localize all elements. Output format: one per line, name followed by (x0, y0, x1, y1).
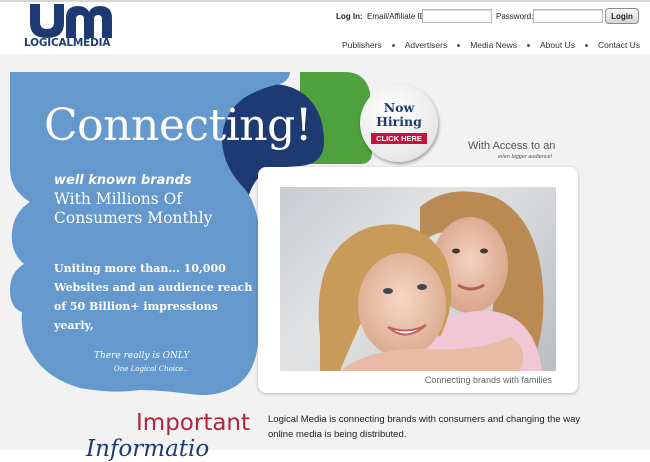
nav-contact-us[interactable]: Contact Us (598, 40, 640, 50)
login-button[interactable]: Login (605, 8, 639, 24)
family-photo (280, 187, 556, 371)
nav-publishers[interactable]: Publishers (342, 40, 382, 50)
hero-uniting-text: Uniting more than... 10,000 Websites and… (54, 262, 253, 332)
hero-only-line: There really is ONLY (94, 351, 190, 361)
top-border (0, 0, 650, 2)
main-nav: Publishers Advertisers Media News About Us C… (342, 40, 640, 50)
access-text: With Access to an (468, 140, 556, 152)
nav-advertisers[interactable]: Advertisers (405, 40, 448, 50)
family-photo-illustration (318, 191, 544, 371)
password-input[interactable] (533, 9, 603, 23)
nav-about-us[interactable]: About Us (540, 40, 575, 50)
photo-frame: Connecting brands with families (258, 167, 578, 393)
now-hiring-badge[interactable]: Now Hiring CLICK HERE (360, 84, 444, 164)
logo[interactable]: LOGICALMEDIA (24, 4, 124, 52)
logo-text: LOGICALMEDIA (24, 37, 111, 49)
nav-separator (457, 44, 461, 48)
nav-media-news[interactable]: Media News (470, 40, 517, 50)
access-subtext: even bigger audience! (498, 154, 553, 160)
hero-headline: Connecting! (44, 100, 312, 151)
important-heading: Important (136, 410, 251, 436)
email-id-label: Email/Affiliate ID: (367, 12, 428, 21)
hero-logical-choice: One Logical Choice.. (114, 365, 188, 373)
badge-text: Now Hiring (360, 101, 438, 129)
badge-click-here[interactable]: CLICK HERE (371, 133, 427, 144)
login-label: Log In: (336, 12, 363, 21)
password-label: Password: (496, 12, 534, 21)
about-paragraph: Logical Media is connecting brands with … (268, 414, 581, 440)
information-heading: Informatio (86, 436, 210, 462)
badge-now: Now (383, 100, 415, 115)
badge-hiring: Hiring (376, 114, 422, 129)
email-id-input[interactable] (422, 9, 492, 23)
nav-separator (584, 44, 588, 48)
nav-separator (391, 44, 395, 48)
nav-separator (526, 44, 530, 48)
um-logo-icon (30, 4, 112, 38)
photo-caption: Connecting brands with families (424, 375, 552, 385)
hero-tagline: With Millions Of Consumers Monthly (54, 190, 213, 227)
hero-subhead: well known brands (54, 173, 192, 188)
